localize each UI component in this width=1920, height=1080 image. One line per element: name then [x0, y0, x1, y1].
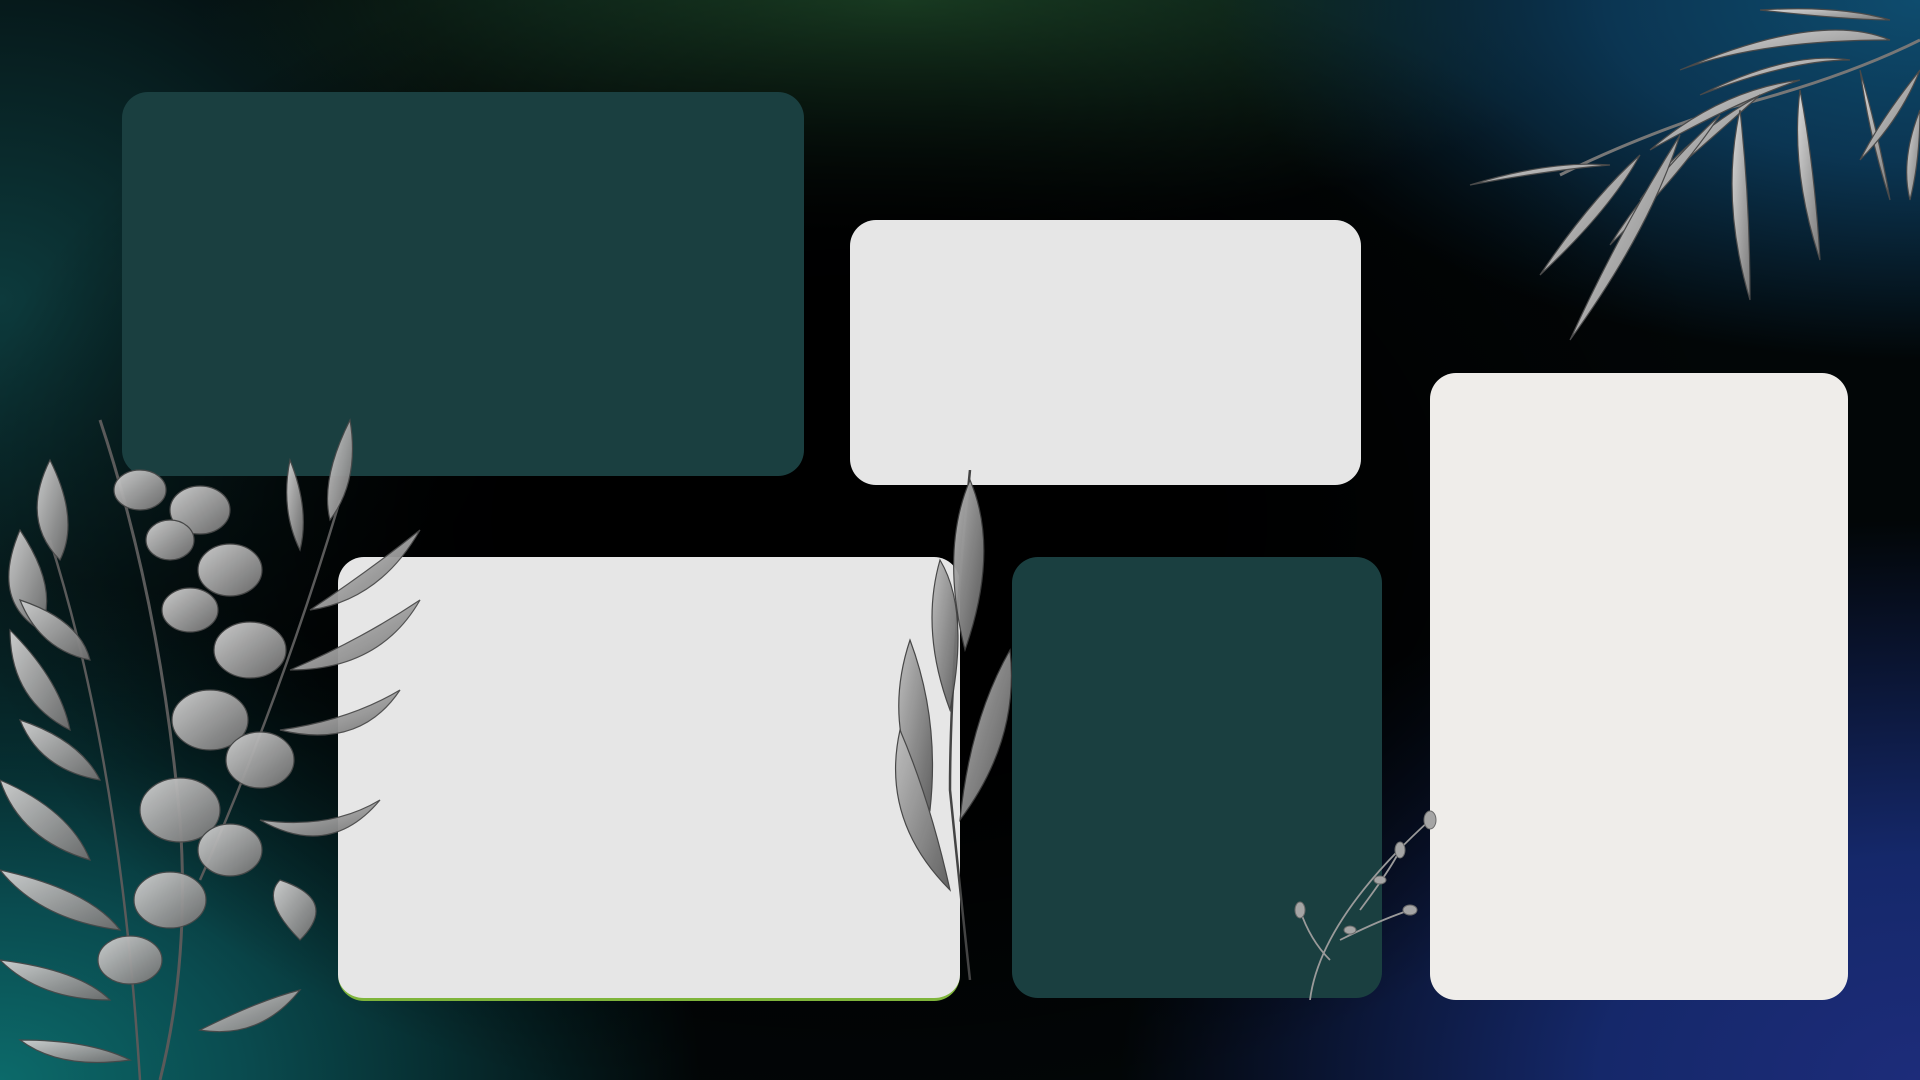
- photo-frame-top-center: [850, 220, 1361, 485]
- leaf-branch-top-right-icon: [1469, 8, 1920, 341]
- photo-frame-bottom-left: [338, 557, 960, 1001]
- photo-frame-bottom-center: [1012, 557, 1382, 998]
- slide-canvas: [0, 0, 1920, 1080]
- photo-frame-right-tall: [1430, 373, 1848, 1000]
- photo-frame-top-left: [122, 92, 804, 476]
